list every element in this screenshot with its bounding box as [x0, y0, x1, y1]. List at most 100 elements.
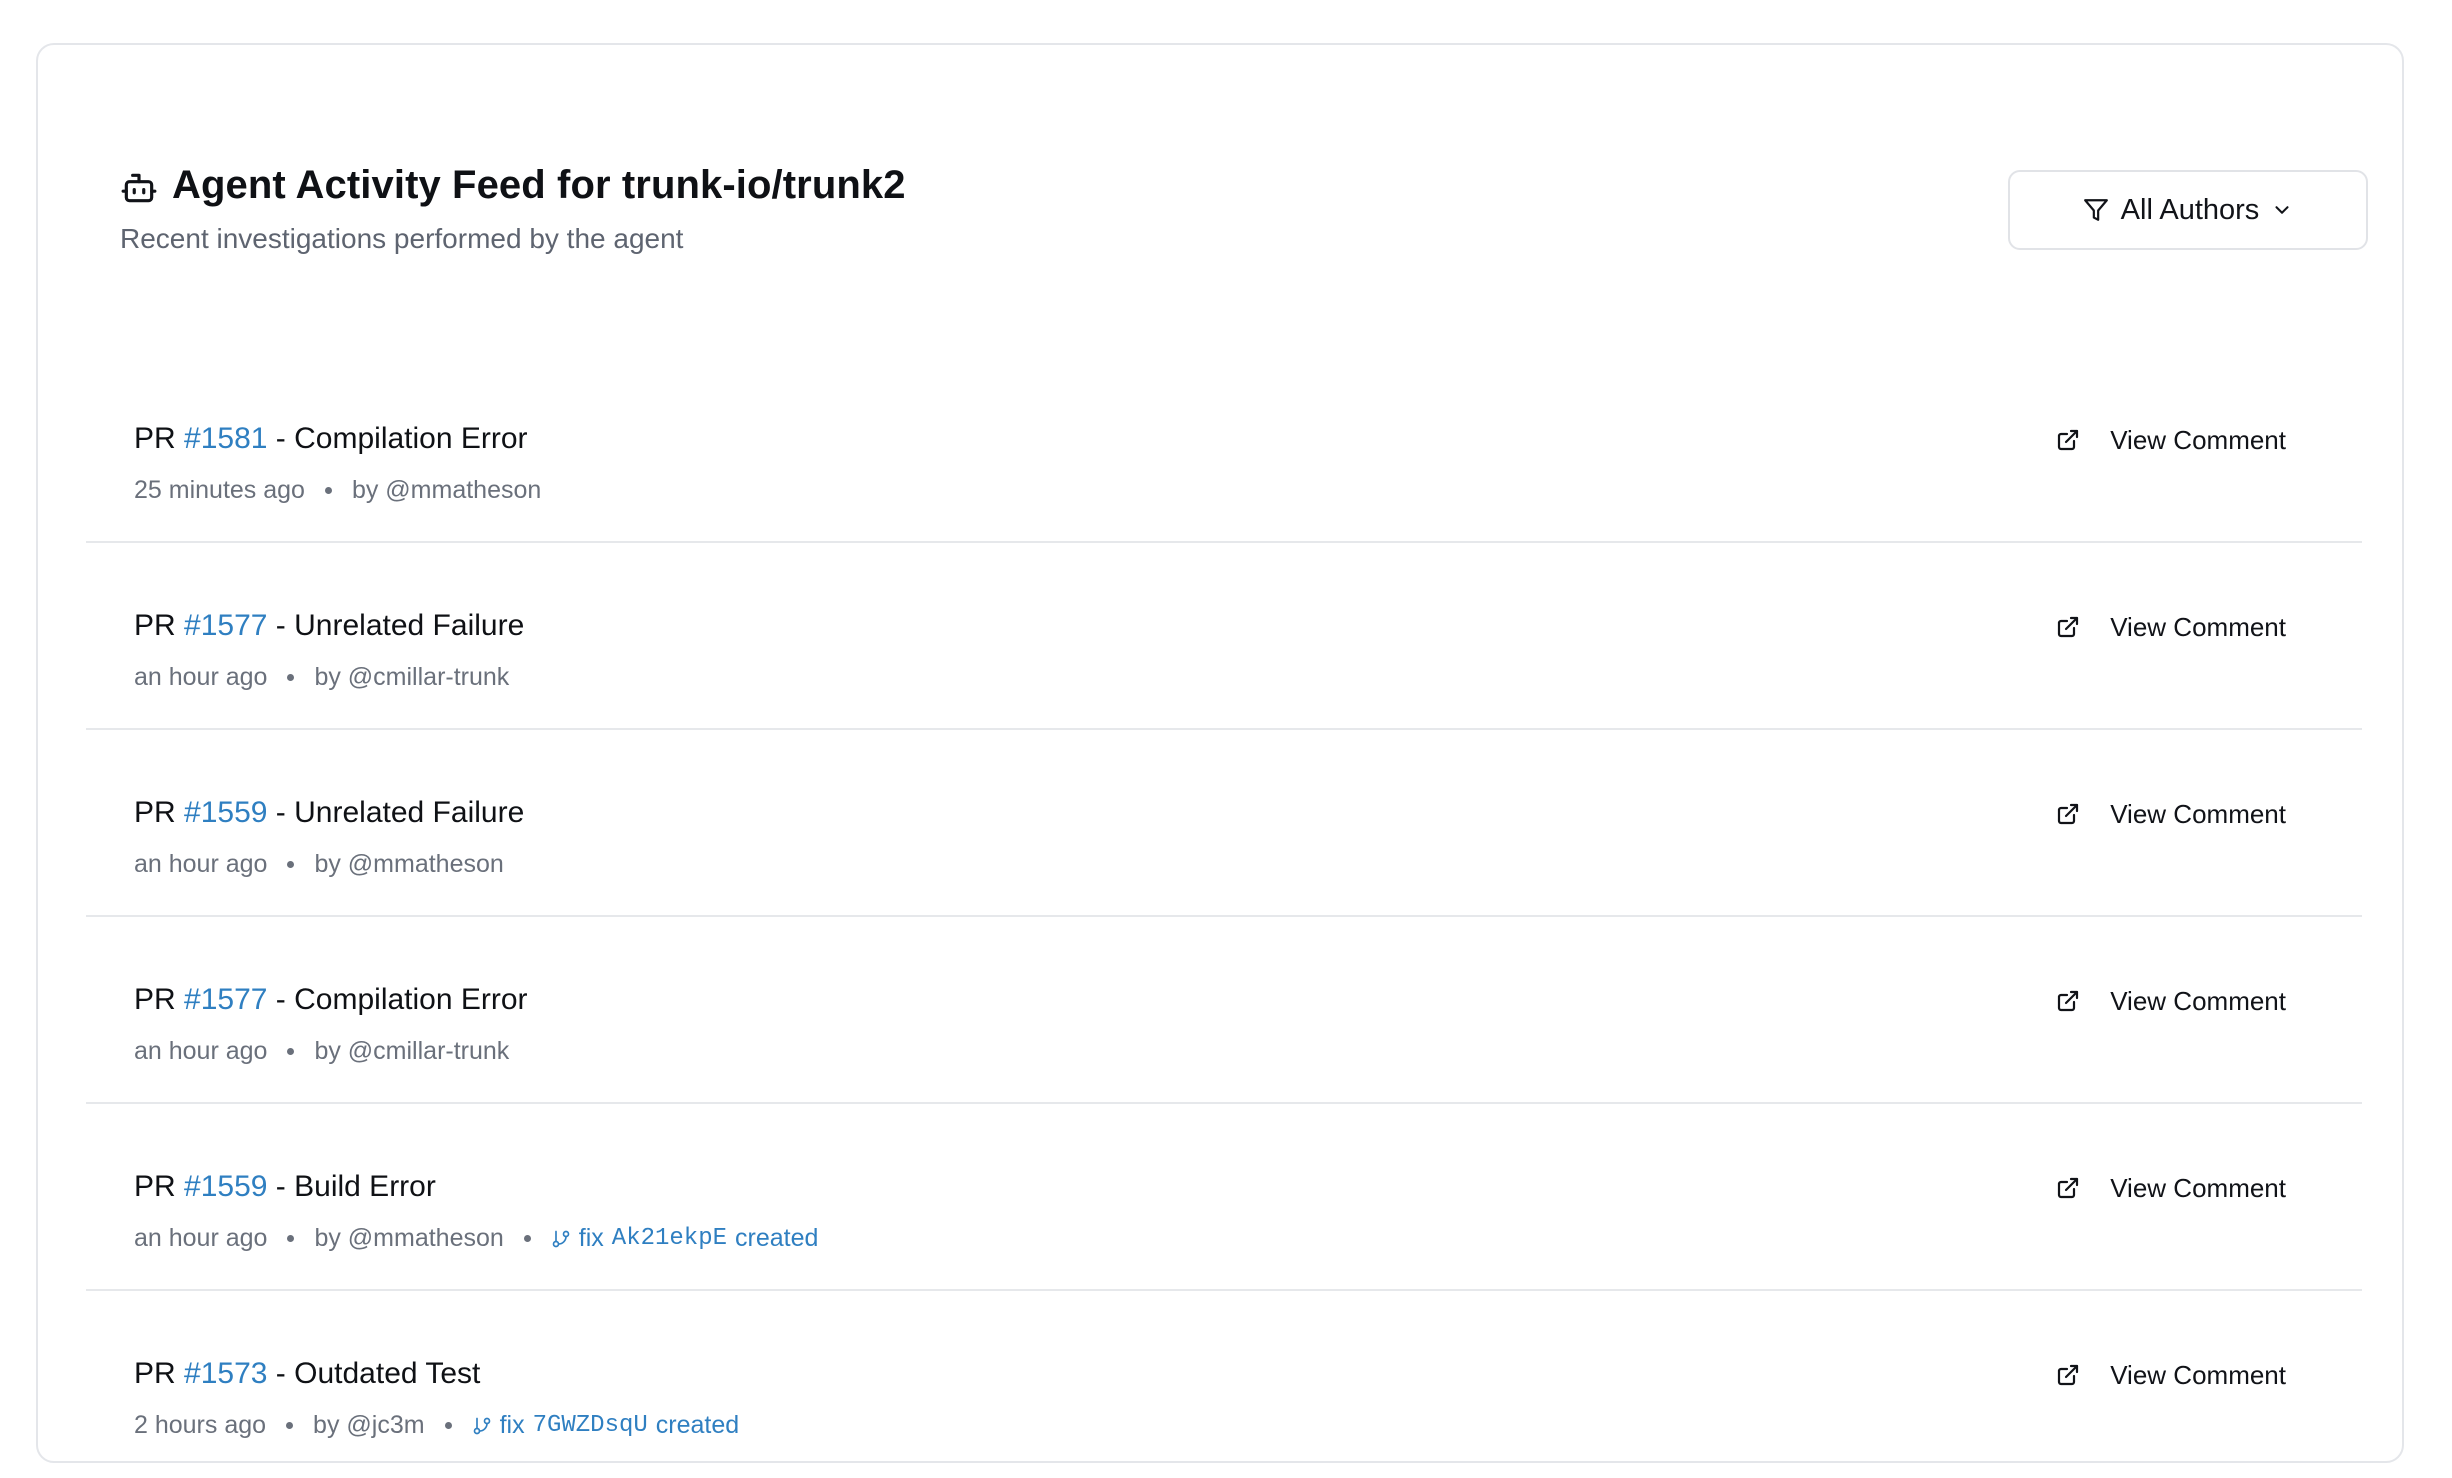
- view-comment-label: View Comment: [2110, 1359, 2286, 1390]
- view-comment-button[interactable]: View Comment: [2050, 971, 2292, 1031]
- author: by @mmatheson: [314, 850, 504, 878]
- pr-prefix: PR: [134, 609, 176, 642]
- pr-number-link[interactable]: #1581: [184, 422, 267, 455]
- filter-icon: [2083, 199, 2108, 221]
- view-comment-label: View Comment: [2110, 798, 2286, 829]
- external-link-icon: [2058, 429, 2079, 451]
- meta-separator-dot: [444, 1422, 452, 1429]
- view-comment-button[interactable]: View Comment: [2050, 597, 2292, 657]
- fix-link[interactable]: fix Ak21ekpE created: [551, 1224, 819, 1253]
- fix-link[interactable]: fix 7GWZDsqU created: [472, 1411, 740, 1440]
- view-comment-button[interactable]: View Comment: [2050, 1345, 2292, 1405]
- feed-item-title: PR #1559 - Unrelated Failure: [134, 796, 524, 830]
- pr-prefix: PR: [134, 796, 176, 829]
- feed-header: Agent Activity Feed for trunk-io/trunk2 …: [120, 117, 2368, 257]
- failure-category: Compilation Error: [294, 983, 528, 1016]
- timestamp: an hour ago: [134, 1224, 268, 1252]
- feed-item: PR #1559 - Build Error an hour ago by @mma…: [86, 1104, 2362, 1291]
- author-filter-label: All Authors: [2120, 193, 2260, 226]
- title-separator: -: [267, 1170, 295, 1203]
- view-comment-label: View Comment: [2110, 424, 2286, 455]
- pr-prefix: PR: [134, 422, 176, 455]
- author-filter-dropdown[interactable]: All Authors: [2008, 170, 2368, 250]
- fix-suffix: created: [655, 1411, 740, 1439]
- meta-separator-dot: [286, 1422, 294, 1429]
- view-comment-label: View Comment: [2110, 985, 2286, 1016]
- pr-number-link[interactable]: #1577: [184, 609, 267, 642]
- title-separator: -: [267, 796, 295, 829]
- feed-item-meta: an hour ago by @mmatheson fix Ak21ekpE creat…: [134, 1224, 818, 1253]
- feed-item: PR #1577 - Unrelated Failure an hour ago b…: [86, 543, 2362, 730]
- author: by @cmillar-trunk: [314, 1037, 510, 1065]
- fix-prefix: fix: [499, 1411, 525, 1439]
- robot-icon: [120, 169, 158, 207]
- feed-item: PR #1559 - Unrelated Failure an hour ago b…: [86, 730, 2362, 917]
- meta-separator-dot: [523, 1235, 531, 1242]
- failure-category: Build Error: [294, 1170, 436, 1203]
- meta-separator-dot: [287, 861, 295, 868]
- feed-item-title: PR #1573 - Outdated Test: [134, 1357, 480, 1391]
- timestamp: an hour ago: [134, 663, 268, 691]
- external-link-icon: [2058, 1364, 2079, 1386]
- external-link-icon: [2058, 1177, 2079, 1199]
- pr-number-link[interactable]: #1559: [184, 1170, 267, 1203]
- pr-number-link[interactable]: #1577: [184, 983, 267, 1016]
- failure-category: Unrelated Failure: [294, 609, 525, 642]
- author: by @mmatheson: [314, 1224, 504, 1252]
- page-title: Agent Activity Feed for trunk-io/trunk2: [172, 163, 906, 207]
- view-comment-button[interactable]: View Comment: [2050, 410, 2292, 470]
- external-link-icon: [2058, 803, 2079, 825]
- view-comment-button[interactable]: View Comment: [2050, 784, 2292, 844]
- feed-item-meta: an hour ago by @cmillar-trunk: [134, 1037, 509, 1066]
- fix-suffix: created: [735, 1224, 819, 1252]
- title-separator: -: [267, 1357, 295, 1390]
- pr-prefix: PR: [134, 983, 176, 1016]
- feed-item-meta: 25 minutes ago by @mmatheson: [134, 476, 541, 505]
- feed-item-title: PR #1577 - Compilation Error: [134, 983, 528, 1017]
- feed-item: PR #1581 - Compilation Error 25 minutes a…: [86, 356, 2362, 543]
- pr-number-link[interactable]: #1573: [184, 1357, 267, 1390]
- timestamp: 2 hours ago: [134, 1411, 267, 1439]
- pr-number-link[interactable]: #1559: [184, 796, 267, 829]
- view-comment-label: View Comment: [2110, 611, 2286, 642]
- title-separator: -: [267, 609, 295, 642]
- author: by @jc3m: [313, 1411, 425, 1439]
- feed-item-title: PR #1559 - Build Error: [134, 1170, 436, 1204]
- feed-item: PR #1577 - Compilation Error an hour ago b…: [86, 917, 2362, 1104]
- feed-item: PR #1573 - Outdated Test 2 hours ago by @j…: [86, 1291, 2362, 1478]
- external-link-icon: [2058, 990, 2079, 1012]
- external-link-icon: [2058, 616, 2079, 638]
- activity-feed-list: PR #1581 - Compilation Error 25 minutes a…: [86, 356, 2362, 1478]
- timestamp: an hour ago: [134, 850, 268, 878]
- timestamp: 25 minutes ago: [134, 476, 305, 504]
- feed-item-meta: 2 hours ago by @jc3m fix 7GWZDsqU created: [134, 1411, 739, 1440]
- meta-separator-dot: [287, 1048, 295, 1055]
- git-branch-icon: [473, 1417, 490, 1434]
- view-comment-button[interactable]: View Comment: [2050, 1158, 2292, 1218]
- author: by @cmillar-trunk: [314, 663, 510, 691]
- feed-item-title: PR #1581 - Compilation Error: [134, 422, 528, 456]
- meta-separator-dot: [287, 674, 295, 681]
- fix-id: Ak21ekpE: [611, 1225, 728, 1252]
- meta-separator-dot: [324, 487, 332, 494]
- feed-item-title: PR #1577 - Unrelated Failure: [134, 609, 524, 643]
- failure-category: Outdated Test: [294, 1357, 481, 1390]
- view-comment-label: View Comment: [2110, 1172, 2286, 1203]
- git-branch-icon: [552, 1230, 570, 1247]
- fix-prefix: fix: [578, 1224, 604, 1252]
- feed-item-meta: an hour ago by @cmillar-trunk: [134, 663, 509, 692]
- fix-id: 7GWZDsqU: [532, 1412, 648, 1439]
- meta-separator-dot: [287, 1235, 295, 1242]
- page-subtitle: Recent investigations performed by the a…: [120, 223, 684, 254]
- failure-category: Compilation Error: [294, 422, 528, 455]
- failure-category: Unrelated Failure: [294, 796, 525, 829]
- chevron-down-icon: [2275, 206, 2289, 214]
- feed-item-meta: an hour ago by @mmatheson: [134, 850, 504, 879]
- timestamp: an hour ago: [134, 1037, 268, 1065]
- activity-feed-card: Agent Activity Feed for trunk-io/trunk2 …: [36, 43, 2404, 1463]
- author: by @mmatheson: [351, 476, 542, 504]
- title-row: Agent Activity Feed for trunk-io/trunk2: [120, 163, 906, 208]
- title-separator: -: [267, 422, 295, 455]
- pr-prefix: PR: [134, 1357, 176, 1390]
- pr-prefix: PR: [134, 1170, 176, 1203]
